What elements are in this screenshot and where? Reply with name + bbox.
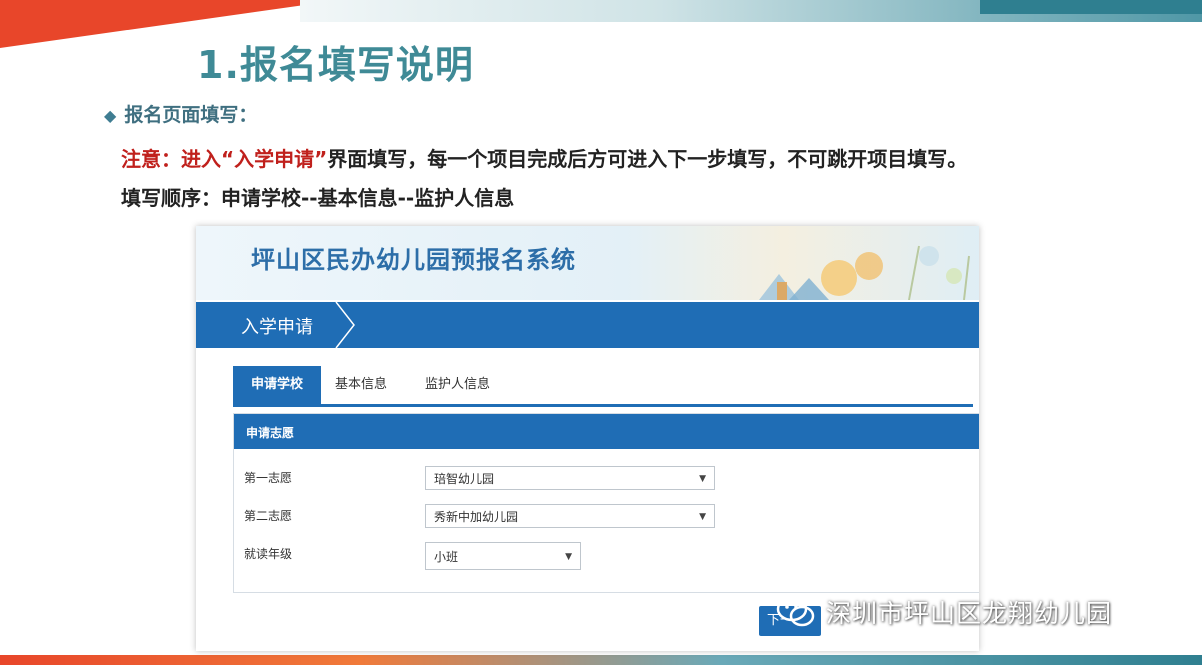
note-suffix: 界面填写，每一个项目完成后方可进入下一步填写，不可跳开项目填写。 [327,147,968,171]
app-screenshot: 坪山区民办幼儿园预报名系统 入学申请 申请学校 基本信息 监护人信息 申请志愿 … [196,226,979,651]
order-line: 填写顺序：申请学校--基本信息--监护人信息 [121,186,515,210]
bullet-text: 报名页面填写： [124,104,258,126]
tab-bar: 申请学校 基本信息 监护人信息 [233,366,973,407]
diamond-bullet-icon: ◆ [104,106,117,125]
preference-panel: 申请志愿 第一志愿 琣智幼儿园 ▼ 第二志愿 秀新中加幼儿园 ▼ 就读年级 小班… [233,413,979,593]
decorative-bottom-band [0,655,1202,665]
tab-guardian-info[interactable]: 监护人信息 [415,366,500,404]
grade-label: 就读年级 [244,547,293,561]
first-choice-value: 琣智幼儿园 [434,472,495,486]
note-highlight: “入学申请” [221,147,328,171]
second-choice-label: 第二志愿 [244,509,293,523]
dropdown-caret-icon: ▼ [699,474,706,484]
banner-illustration-icon [759,245,970,300]
breadcrumb[interactable]: 入学申请 [241,313,313,339]
note-prefix: 注意：进入 [121,147,221,171]
bullet-heading: ◆ 报名页面填写： [104,100,257,127]
grade-select[interactable]: 小班 ▼ [425,542,581,570]
second-choice-value: 秀新中加幼儿园 [434,510,519,524]
second-choice-select[interactable]: 秀新中加幼儿园 ▼ [425,504,715,528]
chat-bubble-icon [776,596,815,627]
grade-value: 小班 [434,550,459,564]
breadcrumb-bar: 入学申请 [196,302,979,348]
tab-basic-info[interactable]: 基本信息 [325,366,397,404]
first-choice-select[interactable]: 琣智幼儿园 ▼ [425,466,715,490]
watermark: 深圳市坪山区龙翔幼儿园 [776,592,1112,632]
chevron-right-icon [335,302,355,348]
decorative-teal-accent [980,0,1202,14]
slide-title: 1.报名填写说明 [197,43,474,87]
note-line: 注意：进入“入学申请”界面填写，每一个项目完成后方可进入下一步填写，不可跳开项目… [121,143,967,172]
watermark-text: 深圳市坪山区龙翔幼儿园 [826,599,1113,628]
tab-apply-school[interactable]: 申请学校 [233,366,321,404]
dropdown-caret-icon: ▼ [699,512,706,522]
system-title: 坪山区民办幼儿园预报名系统 [251,246,576,274]
panel-title: 申请志愿 [246,426,295,440]
first-choice-label: 第一志愿 [244,471,293,485]
dropdown-caret-icon: ▼ [565,552,572,562]
panel-header: 申请志愿 [234,414,979,449]
